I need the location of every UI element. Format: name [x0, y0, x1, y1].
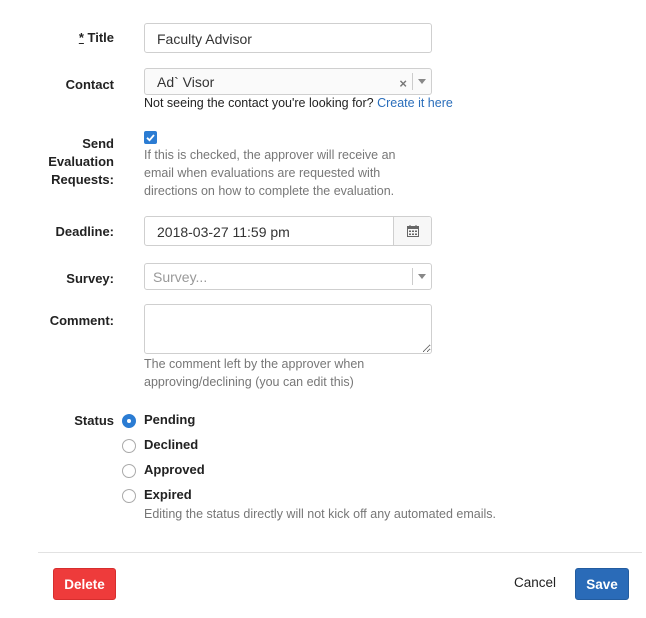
status-help: Editing the status directly will not kic…: [144, 507, 497, 521]
clear-icon[interactable]: ×: [399, 76, 407, 91]
contact-label: Contact: [65, 77, 114, 92]
caret-down-icon[interactable]: [418, 79, 426, 84]
send-eval-label: Send Evaluation Requests:: [48, 136, 114, 187]
title-input[interactable]: Faculty Advisor: [144, 23, 432, 53]
send-eval-checkbox[interactable]: [144, 131, 157, 144]
contact-note: Not seeing the contact you're looking fo…: [144, 96, 453, 110]
contact-select-value: Ad` Visor: [157, 74, 215, 90]
radio-expired[interactable]: [122, 489, 136, 503]
deadline-label: Deadline:: [55, 224, 114, 239]
title-label: * Title: [78, 30, 114, 45]
calendar-icon: [407, 225, 419, 237]
radio-approved[interactable]: [122, 464, 136, 478]
deadline-input[interactable]: 2018-03-27 11:59 pm: [144, 216, 432, 246]
comment-help: The comment left by the approver when ap…: [144, 357, 365, 389]
deadline-value: 2018-03-27 11:59 pm: [157, 224, 290, 240]
radio-pending[interactable]: [122, 414, 136, 428]
delete-button[interactable]: Delete: [53, 568, 116, 600]
send-eval-help: If this is checked, the approver will re…: [144, 148, 396, 198]
cancel-button[interactable]: Cancel: [514, 575, 556, 590]
survey-select[interactable]: Survey...: [144, 263, 432, 290]
create-contact-link[interactable]: Create it here: [377, 96, 453, 110]
comment-textarea[interactable]: [144, 304, 432, 354]
survey-placeholder: Survey...: [153, 269, 208, 285]
title-input-value: Faculty Advisor: [157, 31, 252, 47]
radio-declined[interactable]: [122, 439, 136, 453]
comment-label: Comment:: [49, 313, 114, 328]
save-button[interactable]: Save: [575, 568, 629, 600]
calendar-button[interactable]: [393, 217, 431, 245]
select-separator: [412, 268, 413, 285]
contact-select[interactable]: Ad` Visor ×: [144, 68, 432, 95]
check-icon: [146, 134, 155, 142]
select-separator: [412, 73, 413, 90]
caret-down-icon[interactable]: [418, 274, 426, 279]
status-label: Status: [74, 413, 114, 428]
footer-divider: [38, 552, 642, 553]
survey-label: Survey:: [66, 271, 114, 286]
